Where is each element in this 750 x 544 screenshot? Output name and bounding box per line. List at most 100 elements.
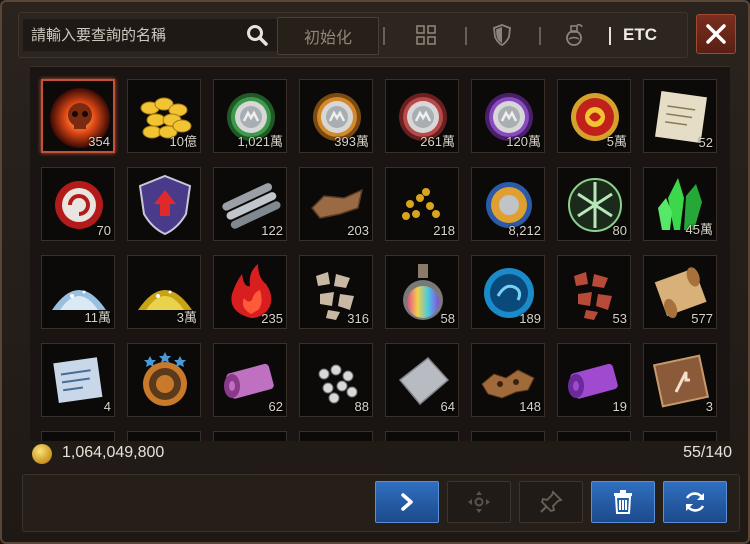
item-count: 52 [698,135,713,150]
bronze-star-medal-icon [143,352,187,406]
inventory-slot[interactable]: 148 [471,343,545,417]
inventory-slot[interactable] [127,343,201,417]
move-button[interactable] [447,481,511,523]
inventory-toolbar: 初始化 ETC [18,12,688,58]
search-icon[interactable] [243,19,271,51]
item-count: 88 [354,399,369,414]
action-bar [22,474,740,532]
item-count: 64 [440,399,455,414]
inventory-slot[interactable]: 80 [557,167,631,241]
divider [383,27,385,45]
item-count: 70 [96,223,111,238]
inventory-slot[interactable]: 8,212 [471,167,545,241]
inventory-slot[interactable]: 53 [557,255,631,329]
inventory-slot[interactable] [127,431,201,441]
item-count: 10億 [169,134,197,149]
item-count: 354 [88,134,110,149]
inventory-slot[interactable]: 218 [385,167,459,241]
inventory-slot[interactable]: 120萬 [471,79,545,153]
inventory-slot[interactable]: 11萬 [41,255,115,329]
inventory-slot[interactable]: 4 [41,343,115,417]
item-count: 120萬 [506,134,541,149]
item-count: 8,212 [508,223,541,238]
divider [609,27,611,45]
inventory-grid: 354 10億 1,021萬 393萬 261萬 120萬 5萬 52 70 122 203 218 8… [30,66,730,441]
item-count: 218 [433,223,455,238]
reset-button[interactable]: 初始化 [277,17,379,55]
inventory-slot[interactable]: 5萬 [557,79,631,153]
item-count: 261萬 [420,134,455,149]
inventory-slot[interactable]: 88 [299,343,373,417]
item-count: 148 [519,399,541,414]
item-count: 577 [691,311,713,326]
inventory-slot[interactable]: 3萬 [127,255,201,329]
inventory-slot[interactable]: 122 [213,167,287,241]
tab-grid-icon[interactable] [411,19,441,51]
trash-icon [614,490,632,514]
tab-etc[interactable]: ETC [623,19,657,51]
item-count: 62 [268,399,283,414]
inventory-slot[interactable] [385,431,459,441]
inventory-slot[interactable]: 3 [643,343,717,417]
item-count: 122 [261,223,283,238]
item-count: 393萬 [334,134,369,149]
inventory-slot[interactable]: 261萬 [385,79,459,153]
item-count: 1,021萬 [237,134,283,149]
delete-button[interactable] [591,481,655,523]
inventory-slot[interactable]: 70 [41,167,115,241]
inventory-slot[interactable]: 235 [213,255,287,329]
refresh-icon [685,492,705,512]
pin-button[interactable] [519,481,583,523]
item-count: 58 [440,311,455,326]
inventory-slot[interactable] [471,431,545,441]
item-count: 3 [705,399,713,414]
currency-row: 1,064,049,800 55/140 [32,442,732,466]
item-count: 3萬 [176,310,197,325]
gold-coin-icon [32,444,52,464]
inventory-slot[interactable]: 64 [385,343,459,417]
inventory-slot[interactable] [557,431,631,441]
tab-shield-icon[interactable] [487,19,517,51]
inventory-window: 初始化 ETC 354 10億 1,021萬 393萬 261萬 120萬 5萬 52 70 12… [0,0,750,544]
item-count: 203 [347,223,369,238]
inventory-slot[interactable]: 45萬 [643,167,717,241]
divider [539,27,541,45]
divider [465,27,467,45]
inventory-slot[interactable]: 10億 [127,79,201,153]
inventory-slot[interactable]: 58 [385,255,459,329]
gold-amount: 1,064,049,800 [62,444,165,461]
move-arrows-icon [468,491,490,513]
expand-button[interactable] [375,481,439,523]
inventory-slot[interactable]: 316 [299,255,373,329]
inventory-slot[interactable]: 577 [643,255,717,329]
pin-icon [540,490,563,513]
inventory-slot[interactable]: 189 [471,255,545,329]
item-count: 235 [261,311,283,326]
item-count: 4 [103,399,111,414]
inventory-slot[interactable]: 354 [41,79,115,153]
item-count: 316 [347,311,369,326]
sort-button[interactable] [663,481,727,523]
inventory-slot[interactable]: 62 [213,343,287,417]
tab-potion-icon[interactable] [559,19,589,51]
inventory-slot[interactable]: 19 [557,343,631,417]
inventory-slot[interactable]: 52 [643,79,717,153]
close-icon [706,24,726,44]
upgrade-shield-icon [138,174,192,236]
item-count: 53 [612,311,627,326]
inventory-slot[interactable] [127,167,201,241]
chevron-right-icon [401,493,413,511]
inventory-slot[interactable]: 1,021萬 [213,79,287,153]
inventory-slot[interactable]: 393萬 [299,79,373,153]
item-count: 11萬 [84,310,112,325]
inventory-slot[interactable]: 203 [299,167,373,241]
item-count: 19 [612,399,627,414]
item-count: 45萬 [685,222,713,237]
item-count: 5萬 [606,134,627,149]
inventory-slot[interactable] [299,431,373,441]
close-button[interactable] [696,14,736,54]
inventory-slot[interactable] [213,431,287,441]
inventory-slot[interactable] [643,431,717,441]
inventory-slot[interactable] [41,431,115,441]
slot-count: 55/140 [683,444,732,461]
